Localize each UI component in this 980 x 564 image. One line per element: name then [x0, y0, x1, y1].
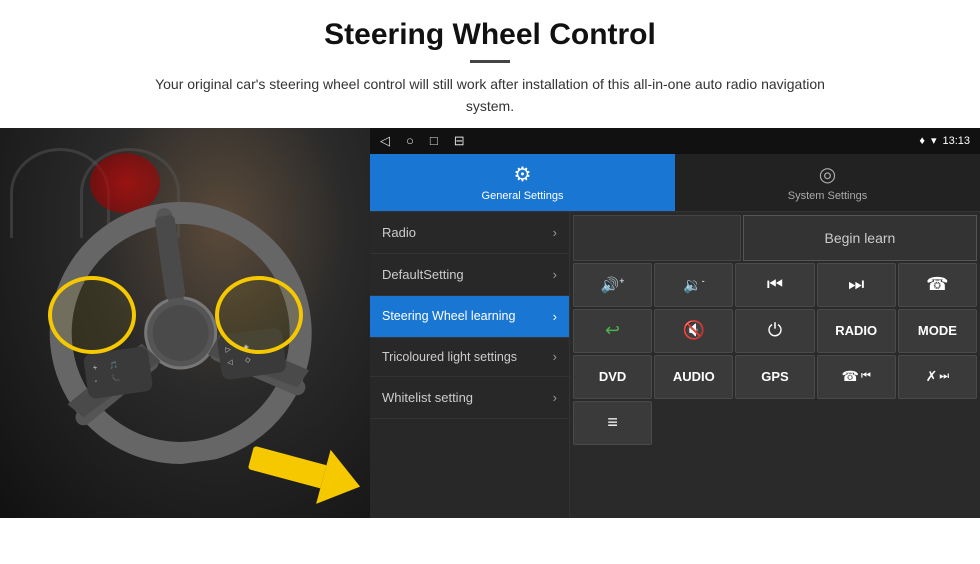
tab-bar: ⚙ General Settings ◎ System Settings	[370, 154, 980, 212]
status-bar: ◁ ○ □ ⊟ ♦ ▾ 13:13	[370, 128, 980, 154]
begin-learn-label: Begin learn	[825, 230, 896, 246]
menu-tricoloured-chevron: ›	[553, 349, 557, 364]
title-divider	[470, 60, 510, 63]
phone-prev-button[interactable]: ☎⏮	[817, 355, 896, 399]
answer-icon: ↩	[605, 320, 620, 341]
vol-down-button[interactable]: 🔉-	[654, 263, 733, 307]
menu-steering-label: Steering Wheel learning	[382, 309, 515, 323]
empty-slot	[573, 215, 741, 261]
menu-item-radio[interactable]: Radio ›	[370, 212, 569, 254]
audio-label: AUDIO	[673, 369, 715, 384]
android-panel: ◁ ○ □ ⊟ ♦ ▾ 13:13 ⚙ General Settings ◎ S…	[370, 128, 980, 518]
phone-next-button[interactable]: ✗⏭	[898, 355, 977, 399]
page-subtitle: Your original car's steering wheel contr…	[140, 73, 840, 118]
menu-whitelist-chevron: ›	[553, 390, 557, 405]
general-settings-icon: ⚙	[514, 162, 532, 187]
steering-wheel-image: + - 🎵 📞 ▷ ◁ ◈ ◇	[0, 128, 370, 518]
power-button[interactable]: ⏻	[735, 309, 814, 353]
highlight-circle-left	[48, 276, 136, 354]
menu-whitelist-label: Whitelist setting	[382, 390, 473, 405]
menu-nav-icon[interactable]: ⊟	[454, 133, 465, 149]
menu-list-button[interactable]: ≡	[573, 401, 652, 445]
vol-down-icon: 🔉-	[683, 276, 705, 294]
recent-nav-icon[interactable]: □	[430, 133, 438, 148]
menu-list-icon: ≡	[607, 412, 618, 433]
next-track-icon: ⏭	[848, 274, 864, 295]
general-settings-label: General Settings	[482, 190, 564, 202]
power-icon: ⏻	[768, 320, 782, 341]
mode-label: MODE	[918, 323, 957, 338]
gps-button[interactable]: GPS	[735, 355, 814, 399]
control-panel: Begin learn 🔊+ 🔉- ⏮ ⏭	[570, 212, 980, 518]
vol-up-icon: 🔊+	[601, 276, 625, 294]
menu-radio-chevron: ›	[553, 225, 557, 240]
menu-item-defaultsetting[interactable]: DefaultSetting ›	[370, 254, 569, 296]
menu-tricoloured-label: Tricoloured light settings	[382, 349, 517, 365]
tab-general-settings[interactable]: ⚙ General Settings	[370, 154, 675, 211]
dvd-button[interactable]: DVD	[573, 355, 652, 399]
phone-icon: ☎	[926, 274, 948, 295]
phone-prev-icon: ☎	[842, 368, 859, 385]
mute-button[interactable]: 🔇	[654, 309, 733, 353]
dvd-label: DVD	[599, 369, 626, 384]
prev-track-icon: ⏮	[767, 274, 783, 295]
highlight-circle-right	[215, 276, 303, 354]
menu-item-tricoloured[interactable]: Tricoloured light settings ›	[370, 338, 569, 377]
mute-icon: 🔇	[683, 320, 705, 341]
mode-button[interactable]: MODE	[898, 309, 977, 353]
location-icon: ♦	[919, 135, 925, 147]
radio-mode-button[interactable]: RADIO	[817, 309, 896, 353]
back-nav-icon[interactable]: ◁	[380, 133, 390, 149]
settings-menu: Radio › DefaultSetting › Steering Wheel …	[370, 212, 570, 518]
vol-up-button[interactable]: 🔊+	[573, 263, 652, 307]
menu-item-whitelist[interactable]: Whitelist setting ›	[370, 377, 569, 419]
begin-learn-button[interactable]: Begin learn	[743, 215, 977, 261]
radio-mode-label: RADIO	[835, 323, 877, 338]
menu-default-chevron: ›	[553, 267, 557, 282]
next-track-button[interactable]: ⏭	[817, 263, 896, 307]
menu-default-label: DefaultSetting	[382, 267, 464, 282]
skip-x-icon: ✗	[926, 368, 938, 385]
page-header: Steering Wheel Control Your original car…	[0, 0, 980, 128]
signal-icon: ▾	[931, 134, 937, 147]
phone-button[interactable]: ☎	[898, 263, 977, 307]
tab-system-settings[interactable]: ◎ System Settings	[675, 154, 980, 211]
system-settings-label: System Settings	[788, 190, 867, 202]
menu-item-steering-wheel[interactable]: Steering Wheel learning ›	[370, 296, 569, 338]
clock: 13:13	[942, 135, 970, 147]
menu-radio-label: Radio	[382, 225, 416, 240]
answer-call-button[interactable]: ↩	[573, 309, 652, 353]
page-title: Steering Wheel Control	[60, 18, 920, 52]
prev-track-button[interactable]: ⏮	[735, 263, 814, 307]
system-settings-icon: ◎	[819, 162, 836, 187]
audio-button[interactable]: AUDIO	[654, 355, 733, 399]
menu-steering-chevron: ›	[553, 309, 557, 324]
gps-label: GPS	[761, 369, 788, 384]
home-nav-icon[interactable]: ○	[406, 133, 414, 148]
